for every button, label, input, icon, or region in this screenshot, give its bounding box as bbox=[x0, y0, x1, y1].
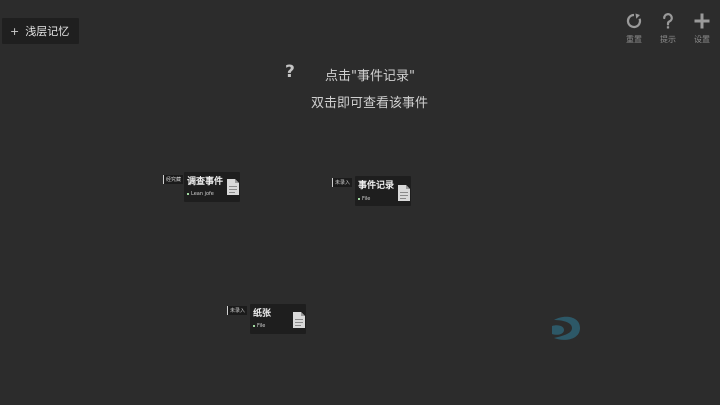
document-icon bbox=[293, 312, 305, 328]
reset-icon bbox=[626, 13, 642, 29]
node-subtitle: Lean jofe bbox=[187, 191, 214, 197]
memory-tab-label: 浅层记忆 bbox=[25, 25, 70, 38]
document-icon bbox=[227, 179, 239, 195]
hint-label: 提示 bbox=[660, 35, 676, 44]
plus-icon bbox=[694, 13, 710, 29]
hint-button[interactable]: 提示 bbox=[656, 12, 680, 45]
node-subtitle: File bbox=[358, 196, 370, 202]
status-dot bbox=[253, 324, 255, 327]
status-dot bbox=[187, 192, 189, 195]
node-title: 事件记录 bbox=[358, 181, 395, 191]
memory-node-paper[interactable]: 未录入 纸张 File bbox=[227, 304, 309, 336]
toolbar: 重置 提示 设置 bbox=[622, 12, 714, 45]
node-subtitle: File bbox=[253, 323, 265, 329]
settings-button[interactable]: 设置 bbox=[690, 12, 714, 45]
hint-text-line1: 点击"事件记录" bbox=[325, 69, 415, 84]
memory-tab[interactable]: + 浅层记忆 bbox=[2, 18, 80, 44]
status-dot bbox=[358, 197, 360, 200]
node-tag: 未录入 bbox=[332, 178, 353, 187]
node-title: 纸张 bbox=[253, 309, 272, 319]
reset-button[interactable]: 重置 bbox=[622, 12, 646, 45]
settings-label: 设置 bbox=[694, 35, 710, 44]
node-tag: 经究藏 bbox=[163, 175, 184, 184]
plus-icon: + bbox=[10, 24, 20, 38]
hint-text-line2: 双击即可查看该事件 bbox=[311, 96, 429, 111]
reset-label: 重置 bbox=[626, 35, 642, 44]
node-tag: 未录入 bbox=[227, 306, 248, 315]
document-icon bbox=[398, 185, 410, 201]
memory-board: + 浅层记忆 重置 提示 设置 ? 点击"事件记录" 双击即可查看该事件 经究藏… bbox=[0, 0, 720, 405]
question-icon bbox=[663, 13, 673, 29]
question-icon: ? bbox=[285, 62, 295, 82]
memory-node-investigation[interactable]: 经究藏 调查事件 Lean jofe bbox=[163, 172, 243, 204]
node-title: 调查事件 bbox=[187, 177, 224, 187]
watermark-logo-icon bbox=[552, 316, 580, 340]
memory-node-event-record[interactable]: 未录入 事件记录 File bbox=[332, 176, 414, 208]
